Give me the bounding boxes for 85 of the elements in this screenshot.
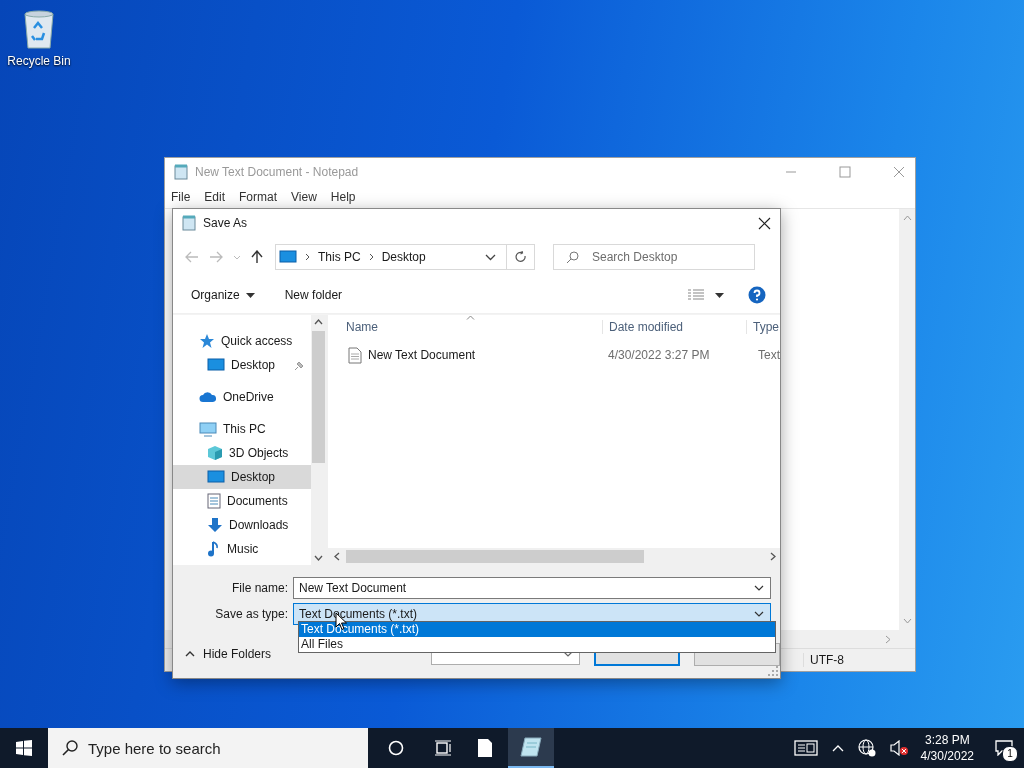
scrollbar-thumb[interactable] bbox=[346, 550, 644, 563]
clock-time[interactable]: 3:28 PM bbox=[924, 732, 970, 748]
dropdown-option[interactable]: Text Documents (*.txt) bbox=[299, 622, 775, 637]
scroll-up-icon[interactable] bbox=[314, 319, 324, 325]
circle-icon[interactable] bbox=[388, 740, 404, 756]
nav-item[interactable]: Downloads bbox=[173, 513, 311, 537]
field-label: File name: bbox=[230, 581, 289, 595]
chevron-icon bbox=[368, 253, 374, 261]
desktop-icon-label[interactable]: Recycle Bin bbox=[7, 54, 71, 68]
scrollbar-thumb[interactable] bbox=[312, 331, 326, 463]
news-icon[interactable] bbox=[793, 740, 818, 756]
taskbar-app[interactable] bbox=[508, 728, 554, 768]
close-icon[interactable] bbox=[758, 216, 771, 230]
breadcrumb-item[interactable]: Desktop bbox=[381, 250, 426, 264]
search-field[interactable]: Search Desktop bbox=[553, 244, 755, 270]
search-icon bbox=[566, 250, 579, 264]
nav-item[interactable]: Documents bbox=[173, 489, 311, 513]
nav-item[interactable]: Desktop bbox=[173, 465, 311, 489]
search-icon bbox=[62, 740, 78, 756]
nav-item[interactable]: OneDrive bbox=[173, 385, 311, 409]
text-file-icon bbox=[348, 346, 362, 364]
globe-icon[interactable] bbox=[857, 739, 876, 757]
file-date: 4/30/2022 3:27 PM bbox=[607, 348, 711, 362]
menu-item[interactable]: Help bbox=[330, 190, 356, 204]
field-label: Save as type: bbox=[214, 607, 289, 621]
notepad-icon bbox=[173, 164, 189, 180]
task-view-icon[interactable] bbox=[434, 740, 452, 756]
star-icon bbox=[199, 333, 215, 349]
column-header[interactable]: Date modified bbox=[602, 320, 746, 334]
chevron-up-icon[interactable] bbox=[831, 744, 844, 752]
cloud-icon bbox=[199, 391, 217, 403]
music-note-icon bbox=[207, 541, 221, 557]
monitor-icon bbox=[207, 470, 225, 484]
help-icon[interactable] bbox=[748, 286, 766, 304]
file-name-field[interactable]: New Text Document bbox=[293, 577, 771, 599]
sort-icon bbox=[466, 315, 475, 320]
column-header[interactable]: Type bbox=[746, 320, 780, 334]
refresh-button[interactable] bbox=[507, 244, 535, 270]
cube-icon bbox=[207, 445, 223, 461]
monitor-icon bbox=[279, 250, 297, 264]
column-header[interactable]: Name bbox=[328, 320, 602, 334]
dropdown-icon[interactable] bbox=[485, 253, 496, 261]
caret-icon[interactable] bbox=[715, 292, 724, 298]
menu-item[interactable]: File bbox=[171, 190, 191, 204]
notepad-icon bbox=[520, 737, 542, 757]
menu-item[interactable]: View bbox=[291, 190, 317, 204]
dialog-title: Save As bbox=[203, 216, 248, 230]
nav-item[interactable]: Music bbox=[173, 537, 311, 561]
address-bar[interactable]: This PC Desktop bbox=[275, 244, 507, 270]
nav-item[interactable]: This PC bbox=[173, 417, 311, 441]
new-folder-button[interactable]: New folder bbox=[284, 288, 343, 302]
clock-date[interactable]: 4/30/2022 bbox=[920, 748, 974, 764]
windows-logo-icon[interactable] bbox=[16, 740, 32, 756]
nav-item[interactable]: 3D Objects bbox=[173, 441, 311, 465]
scroll-right-icon[interactable] bbox=[770, 552, 776, 561]
organize-menu[interactable]: Organize bbox=[191, 288, 240, 302]
notification-count: 1 bbox=[1002, 746, 1018, 762]
caret-up-icon bbox=[185, 651, 195, 657]
up-icon[interactable] bbox=[251, 250, 263, 264]
refresh-icon bbox=[514, 251, 527, 263]
resize-grip-icon[interactable] bbox=[768, 666, 778, 676]
nav-item[interactable]: Quick access bbox=[173, 329, 311, 353]
dropdown-icon bbox=[754, 611, 764, 617]
window-title: New Text Document - Notepad bbox=[195, 165, 359, 179]
breadcrumb-item[interactable]: This PC bbox=[318, 250, 361, 264]
file-name[interactable]: New Text Document bbox=[368, 348, 476, 362]
monitor-icon bbox=[207, 358, 225, 372]
menu-item[interactable]: Format bbox=[239, 190, 278, 204]
scroll-left-icon[interactable] bbox=[334, 552, 340, 561]
blank-page-icon bbox=[477, 738, 493, 758]
download-icon bbox=[207, 517, 223, 533]
notification-icon[interactable] bbox=[995, 740, 1013, 756]
scroll-down-icon[interactable] bbox=[314, 555, 324, 561]
monitor-icon bbox=[199, 421, 217, 437]
chevron-icon bbox=[305, 253, 310, 261]
caret-icon[interactable] bbox=[245, 292, 255, 298]
menu-item[interactable]: Edit bbox=[204, 190, 226, 204]
muted-speaker-icon[interactable] bbox=[889, 740, 908, 756]
dropdown-icon bbox=[754, 585, 764, 591]
taskbar-search-field[interactable]: Type here to search bbox=[48, 728, 368, 768]
file-type: Text bbox=[757, 348, 780, 362]
notepad-icon bbox=[181, 215, 197, 231]
encoding-status: UTF-8 bbox=[803, 653, 844, 667]
document-icon bbox=[207, 493, 221, 509]
nav-item[interactable]: Desktop bbox=[173, 353, 311, 377]
